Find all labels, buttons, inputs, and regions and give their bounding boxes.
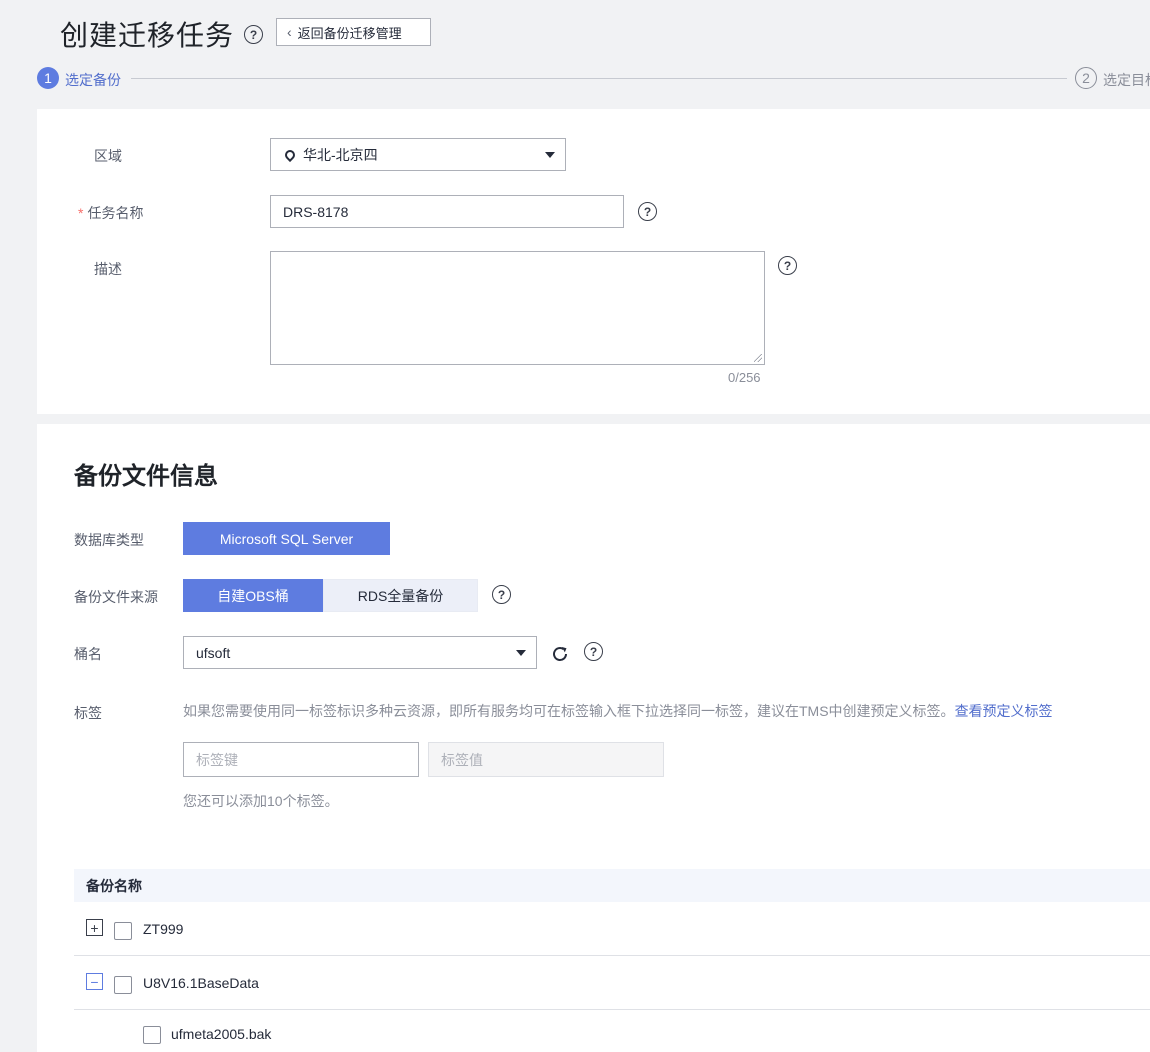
location-pin-icon bbox=[282, 147, 298, 162]
expand-plus-icon[interactable]: + bbox=[86, 919, 103, 936]
resize-grip-icon[interactable] bbox=[754, 354, 762, 362]
task-name-label-text: 任务名称 bbox=[87, 205, 144, 221]
bucket-help-icon[interactable]: ? bbox=[584, 642, 603, 661]
source-obs-bucket-button[interactable]: 自建OBS桶 bbox=[183, 579, 323, 612]
backup-info-card bbox=[37, 424, 1150, 1052]
view-predefined-tags-link[interactable]: 查看预定义标签 bbox=[955, 703, 1053, 719]
help-icon[interactable]: ? bbox=[244, 25, 263, 44]
chevron-left-icon: ‹ bbox=[287, 24, 292, 40]
tag-hint: 如果您需要使用同一标签标识多种云资源，即所有服务均可在标签输入框下拉选择同一标签… bbox=[183, 701, 1053, 721]
step-1-label: 选定备份 bbox=[65, 72, 121, 88]
tag-label: 标签 bbox=[74, 705, 102, 721]
tag-value-placeholder: 标签值 bbox=[441, 751, 483, 768]
tag-key-input[interactable]: 标签键 bbox=[183, 742, 419, 777]
db-type-sqlserver-button[interactable]: Microsoft SQL Server bbox=[183, 522, 390, 555]
backup-section-title: 备份文件信息 bbox=[74, 463, 218, 490]
backup-file-name: ufmeta2005.bak bbox=[171, 1026, 272, 1042]
row-divider bbox=[74, 955, 1150, 956]
back-button-label: 返回备份迁移管理 bbox=[297, 25, 402, 41]
tag-key-placeholder: 标签键 bbox=[196, 751, 238, 768]
backup-row-name: U8V16.1BaseData bbox=[143, 975, 259, 991]
row-checkbox[interactable] bbox=[114, 922, 132, 940]
source-rds-full-backup-button[interactable]: RDS全量备份 bbox=[323, 579, 478, 612]
row-divider bbox=[74, 1009, 1150, 1010]
step-2-number: 2 bbox=[1075, 67, 1097, 89]
required-marker: * bbox=[78, 205, 84, 221]
step-divider bbox=[131, 78, 1067, 79]
tag-hint-text: 如果您需要使用同一标签标识多种云资源，即所有服务均可在标签输入框下拉选择同一标签… bbox=[183, 703, 955, 719]
description-label: 描述 bbox=[94, 261, 122, 277]
bucket-select[interactable]: ufsoft bbox=[183, 636, 537, 669]
task-name-help-icon[interactable]: ? bbox=[638, 202, 657, 221]
page-title: 创建迁移任务 bbox=[60, 20, 235, 51]
description-help-icon[interactable]: ? bbox=[778, 256, 797, 275]
description-textarea[interactable] bbox=[270, 251, 765, 365]
region-value: 华北-北京四 bbox=[303, 146, 378, 163]
collapse-minus-icon[interactable]: − bbox=[86, 973, 103, 990]
backup-table-header: 备份名称 bbox=[74, 869, 1150, 902]
row-checkbox[interactable] bbox=[143, 1026, 161, 1044]
backup-row-name: ZT999 bbox=[143, 921, 184, 937]
description-char-counter: 0/256 bbox=[728, 370, 761, 385]
tag-remaining-hint: 您还可以添加10个标签。 bbox=[183, 793, 339, 809]
region-label: 区域 bbox=[94, 148, 122, 164]
bucket-label: 桶名 bbox=[74, 646, 102, 662]
task-name-label: * 任务名称 bbox=[78, 203, 143, 223]
step-1-number: 1 bbox=[37, 67, 59, 89]
back-to-backup-migration-button[interactable]: ‹ 返回备份迁移管理 bbox=[276, 18, 431, 46]
region-select[interactable]: 华北-北京四 bbox=[270, 138, 566, 171]
caret-down-icon bbox=[545, 151, 555, 158]
backup-source-help-icon[interactable]: ? bbox=[492, 585, 511, 604]
backup-source-label: 备份文件来源 bbox=[74, 589, 158, 605]
db-type-label: 数据库类型 bbox=[74, 532, 144, 548]
row-checkbox[interactable] bbox=[114, 976, 132, 994]
task-name-input[interactable]: DRS-8178 bbox=[270, 195, 624, 228]
step-2-label: 选定目标 bbox=[1103, 72, 1150, 88]
tag-value-input[interactable]: 标签值 bbox=[428, 742, 664, 777]
refresh-icon[interactable] bbox=[551, 645, 569, 663]
bucket-value: ufsoft bbox=[196, 644, 231, 661]
caret-down-icon bbox=[516, 649, 526, 656]
